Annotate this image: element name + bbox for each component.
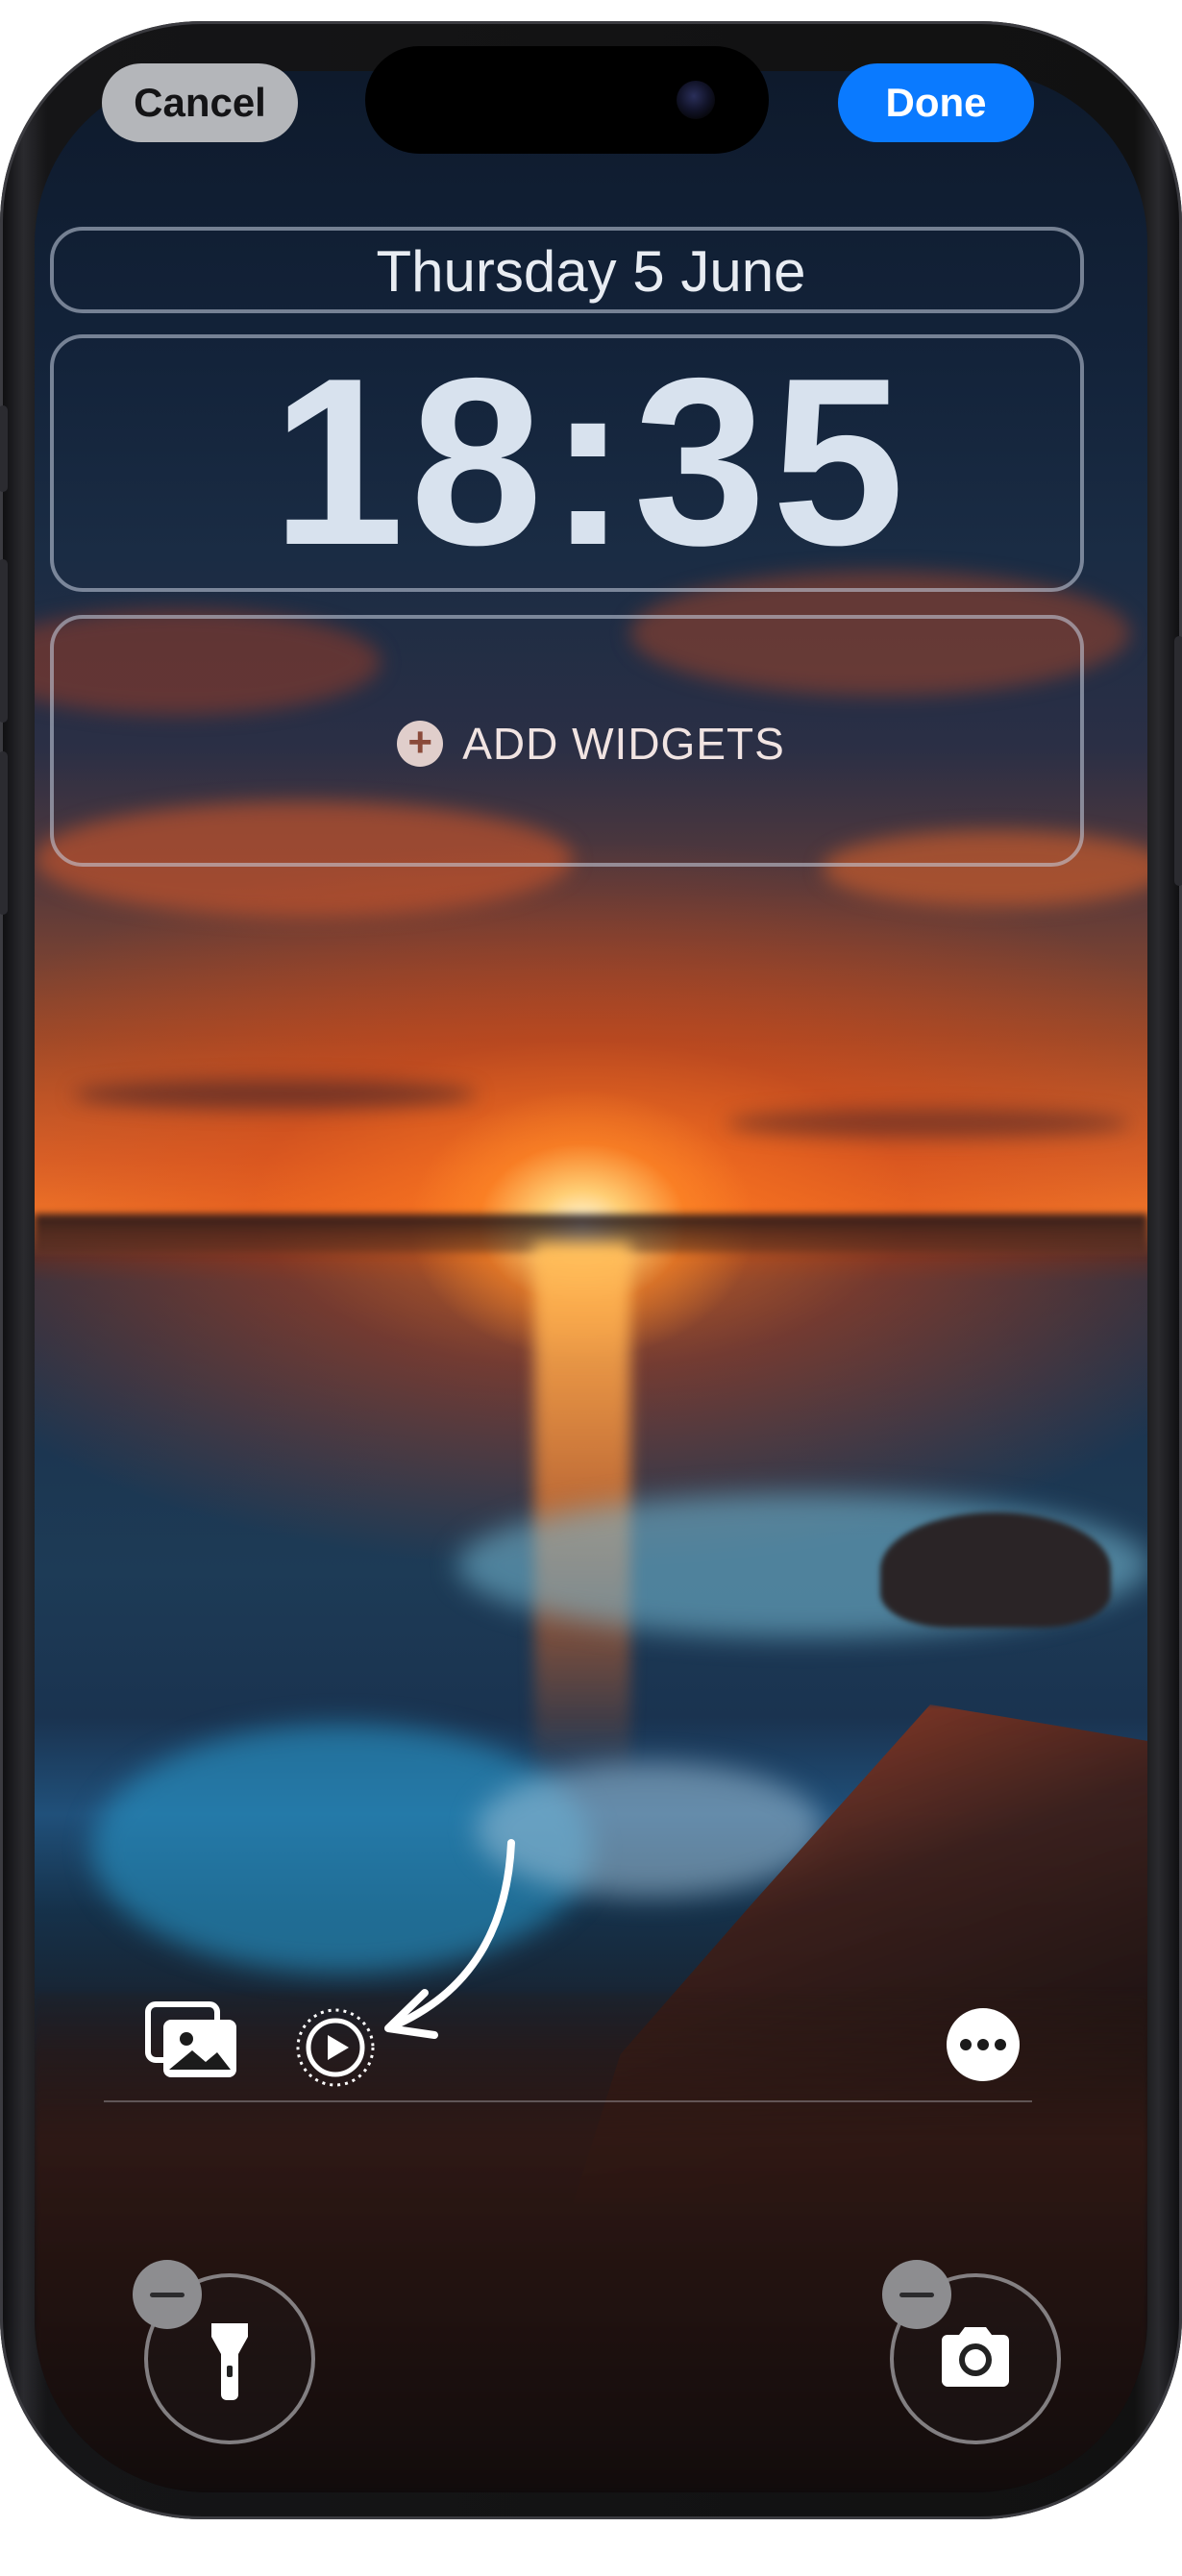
add-widgets-label: ADD WIDGETS: [462, 719, 785, 769]
wallpaper-rock: [880, 1512, 1111, 1628]
remove-flashlight-button[interactable]: [133, 2260, 202, 2329]
remove-camera-button[interactable]: [882, 2260, 951, 2329]
wallpaper-cloud: [726, 1109, 1130, 1138]
photo-library-icon[interactable]: [144, 2000, 240, 2081]
wallpaper-cloud: [73, 1080, 477, 1109]
front-camera-icon: [677, 81, 715, 119]
ellipsis-icon[interactable]: [945, 2006, 1022, 2083]
controls-divider: [104, 2100, 1032, 2102]
done-button[interactable]: Done: [838, 63, 1034, 142]
plus-circle-icon: +: [397, 721, 444, 767]
wallpaper-wave: [477, 1762, 823, 1897]
dynamic-island: [365, 46, 769, 154]
add-widgets-button[interactable]: + ADD WIDGETS: [0, 715, 1182, 773]
annotation-arrow-icon: [381, 1839, 525, 2041]
volume-down-button: [0, 751, 8, 915]
live-photo-play-icon[interactable]: [294, 2006, 377, 2089]
lock-screen-time: 18:35: [271, 328, 911, 595]
cancel-button[interactable]: Cancel: [102, 63, 298, 142]
lock-screen-date: Thursday 5 June: [376, 239, 806, 304]
